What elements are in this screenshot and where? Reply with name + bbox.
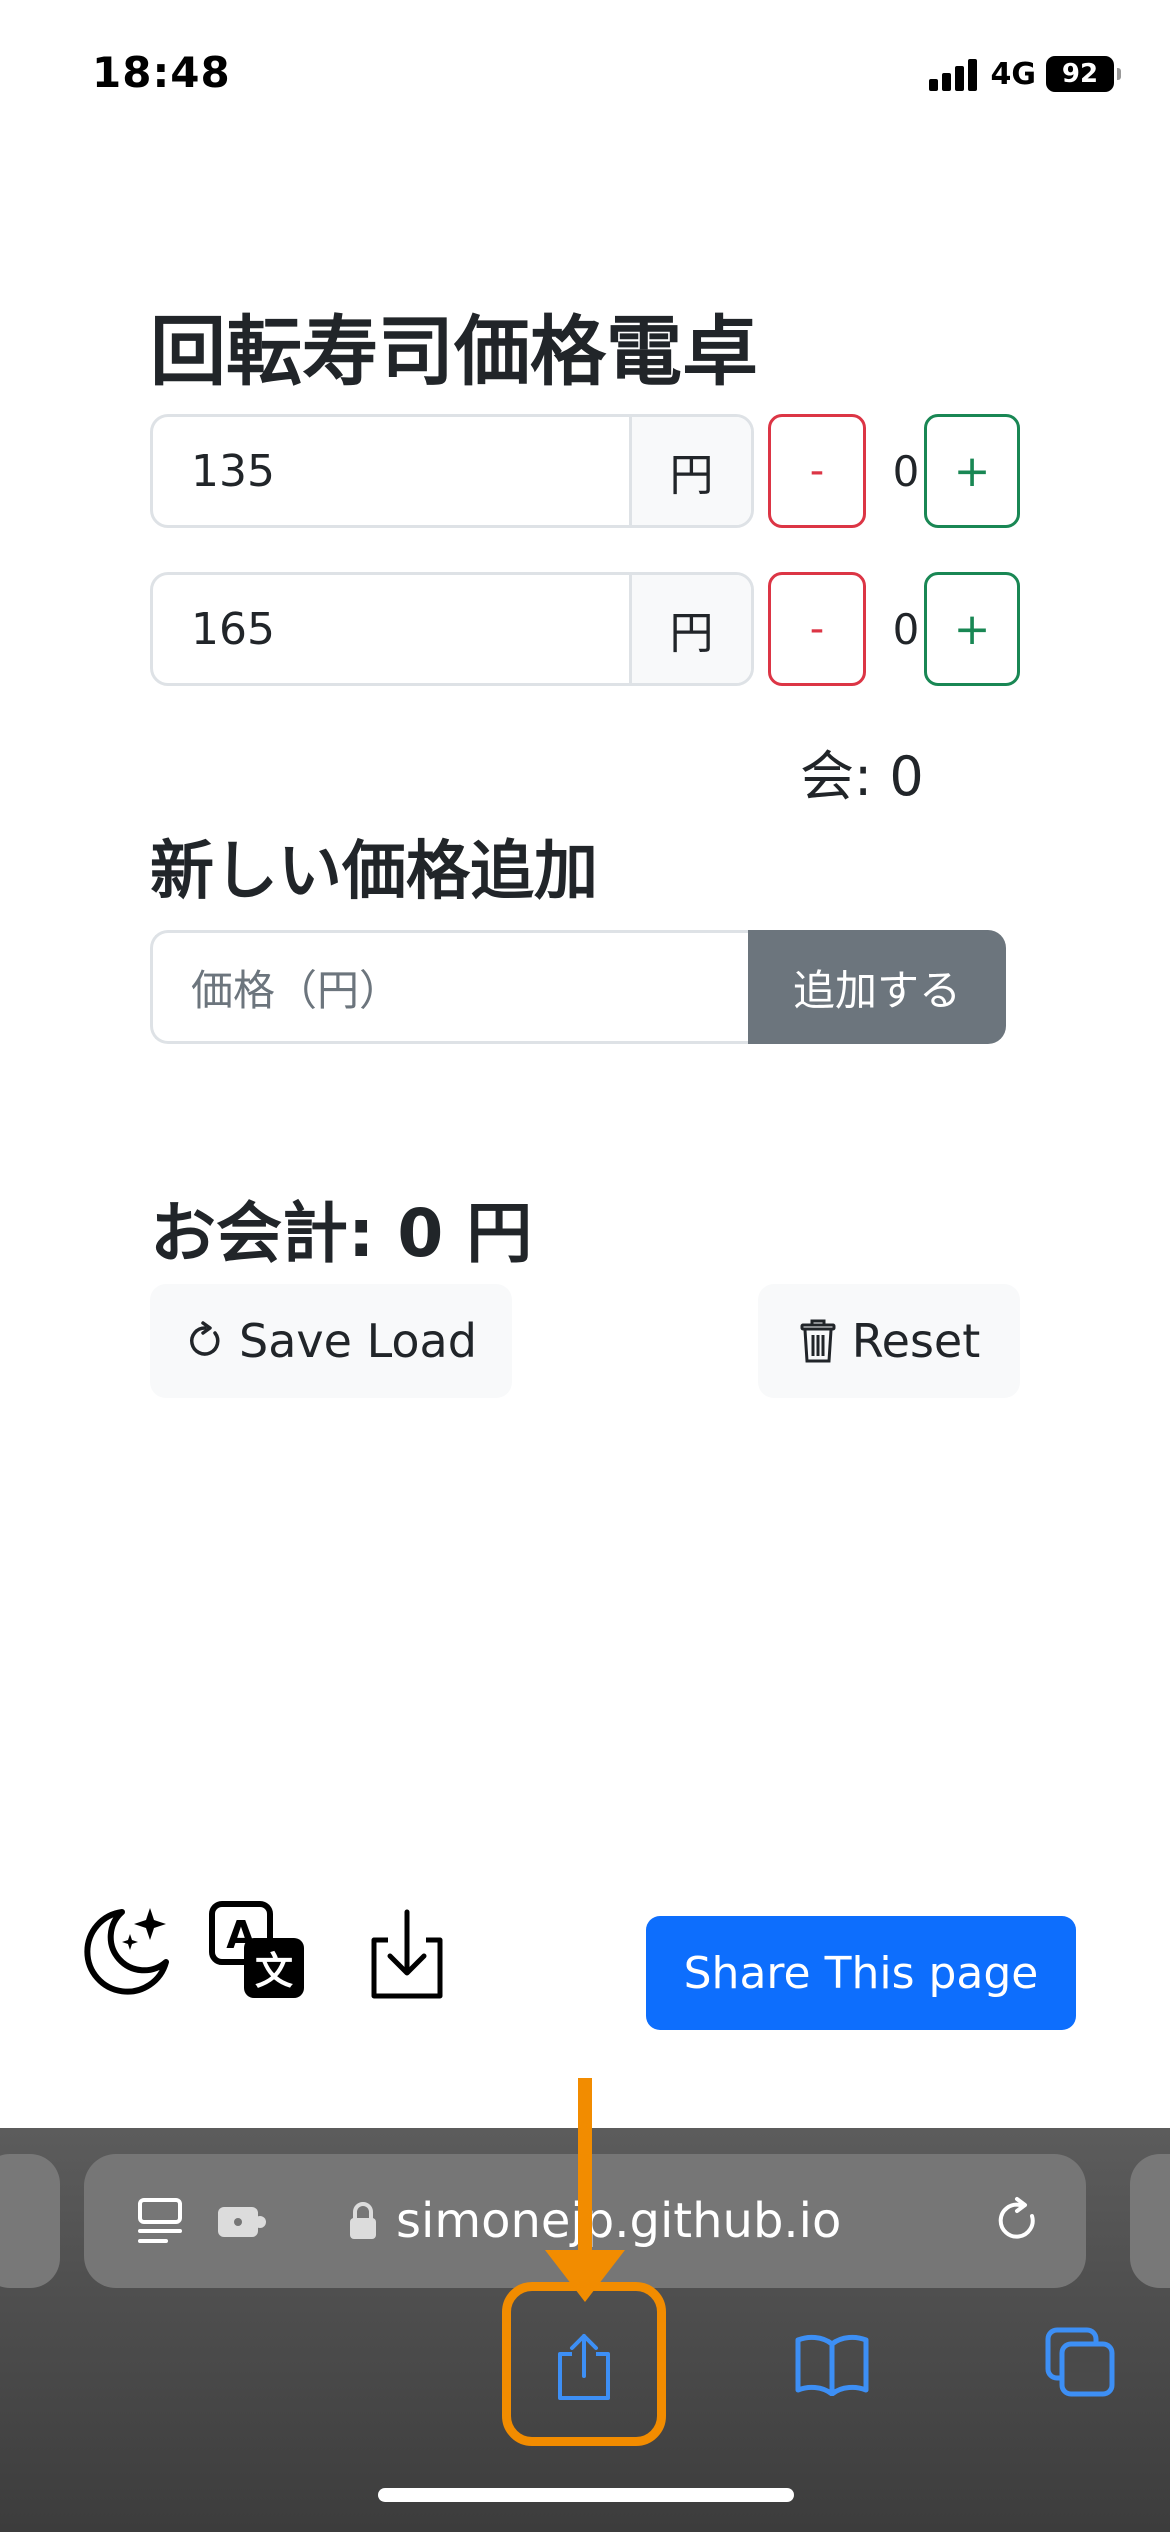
dark-mode-icon[interactable] [70, 1900, 174, 2008]
signal-icon [928, 57, 981, 91]
reset-button[interactable]: Reset [758, 1284, 1020, 1398]
price-row: 165 円 - 0 + [150, 572, 1020, 686]
new-price-input[interactable]: 価格（円） [150, 930, 748, 1044]
network-type: 4G [990, 56, 1037, 92]
increment-button[interactable]: + [924, 414, 1020, 528]
home-indicator [378, 2488, 794, 2502]
price-input[interactable]: 135 [153, 417, 629, 525]
price-input[interactable]: 165 [153, 575, 629, 683]
bookmarks-icon[interactable] [794, 2332, 870, 2400]
previous-tab-pill[interactable] [0, 2154, 60, 2288]
share-page-button[interactable]: Share This page [646, 1916, 1076, 2030]
plates-total: 会: 0 [800, 745, 924, 808]
download-icon[interactable] [366, 1906, 448, 2006]
extension-icon[interactable] [216, 2154, 268, 2288]
price-input-group: 165 円 [150, 572, 754, 686]
translate-icon[interactable]: A文 [208, 1900, 308, 2008]
next-tab-pill[interactable] [1130, 2154, 1170, 2288]
decrement-button[interactable]: - [768, 414, 866, 528]
tabs-icon[interactable] [1044, 2326, 1116, 2402]
save-load-label: Save Load [239, 1314, 477, 1368]
svg-text:文: 文 [255, 1949, 293, 1993]
price-row: 135 円 - 0 + [150, 414, 1020, 528]
lock-icon [348, 2154, 378, 2288]
price-input-group: 135 円 [150, 414, 754, 528]
battery-icon: 92 [1046, 56, 1121, 92]
reload-icon [185, 1321, 225, 1361]
yen-unit-label: 円 [629, 575, 751, 683]
page-title: 回転寿司価格電卓 [150, 307, 758, 396]
yen-unit-label: 円 [629, 417, 751, 525]
new-price-heading: 新しい価格追加 [150, 835, 598, 909]
status-time: 18:48 [92, 48, 231, 97]
grand-total: お会計: 0 円 [150, 1195, 533, 1272]
page-menu-icon[interactable] [136, 2154, 184, 2288]
status-indicators: 4G 92 [928, 54, 1121, 94]
reload-icon[interactable] [994, 2154, 1042, 2288]
trash-icon [798, 1318, 838, 1364]
increment-button[interactable]: + [924, 572, 1020, 686]
reset-label: Reset [851, 1314, 981, 1368]
annotation-arrow [578, 2078, 592, 2256]
add-price-button[interactable]: 追加する [748, 930, 1006, 1044]
decrement-button[interactable]: - [768, 572, 866, 686]
new-price-input-group: 価格（円） 追加する [150, 930, 1006, 1044]
annotation-highlight-box [502, 2282, 666, 2446]
save-load-button[interactable]: Save Load [150, 1284, 512, 1398]
